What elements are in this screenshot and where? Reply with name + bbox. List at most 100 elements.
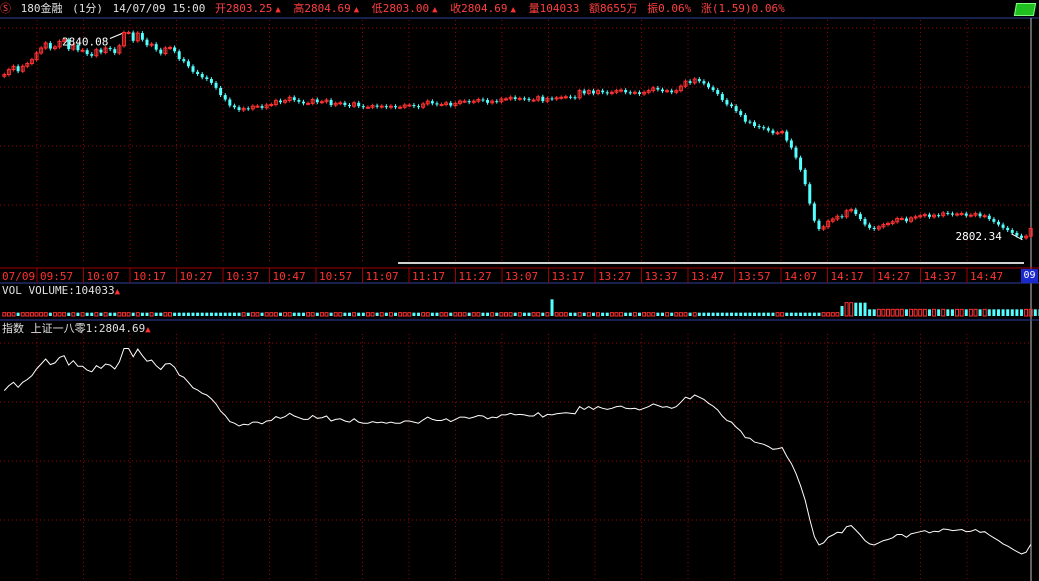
volume-bar [20, 312, 25, 317]
candle-body [899, 217, 904, 220]
candle-body [982, 215, 987, 218]
time-tick-label: 13:37 [645, 270, 678, 283]
volume-bar [39, 312, 44, 317]
candle-body [766, 128, 770, 131]
max-annotation-line [109, 33, 123, 39]
volume-bar [80, 312, 85, 317]
volume-bar [126, 312, 131, 317]
volume-bar [343, 312, 347, 316]
candle-body [246, 108, 250, 110]
candle-body [417, 106, 421, 108]
volume-bar [486, 312, 490, 316]
volume-bar [702, 312, 706, 316]
chart-canvas[interactable]: 07/09 09:57 10:07 10:17 10:27 10:37 10:47 10:57… [0, 0, 1039, 581]
candle-body [624, 90, 628, 93]
volume-bar [757, 312, 761, 316]
candle-body [955, 213, 960, 216]
candle-body [785, 131, 789, 141]
candle-body [854, 209, 858, 215]
candle-body [154, 44, 158, 50]
volume-bar [16, 312, 20, 316]
candle-body [214, 82, 218, 88]
candle-body [177, 51, 181, 60]
volume-bar [269, 312, 274, 317]
candle-body [467, 101, 471, 103]
volume-bar [329, 312, 333, 316]
candle-body [927, 214, 931, 217]
volume-bar [550, 299, 554, 316]
candle-body [541, 96, 545, 102]
candle-body [191, 66, 195, 72]
volume-bar [499, 312, 504, 317]
volume-bar [992, 309, 996, 316]
volume-bar [996, 309, 1000, 316]
candle-body [996, 221, 1000, 225]
volume-bar [665, 312, 670, 317]
volume-bar [324, 312, 329, 317]
time-cursor-box[interactable]: 09 [1021, 269, 1038, 283]
up-arrow-icon: ▲ [145, 325, 151, 335]
candle-body [278, 100, 282, 103]
candle-body [665, 90, 670, 93]
volume-bar [522, 312, 526, 316]
time-tick-label: 13:17 [552, 270, 585, 283]
volume-bar [1010, 309, 1014, 316]
candle-body [173, 47, 177, 52]
candle-body [775, 132, 780, 135]
candle-body [398, 106, 403, 109]
volume-bar [812, 312, 816, 316]
volume-bar [503, 312, 508, 317]
candle-body [430, 101, 434, 104]
candle-body [968, 214, 973, 217]
volume-bar [200, 312, 204, 316]
volume-bar [435, 312, 439, 316]
candle-body [863, 219, 867, 225]
candle-body [716, 90, 720, 94]
candle-body [601, 90, 605, 93]
candle-body [858, 214, 862, 220]
time-tick-label: 14:47 [970, 270, 1003, 283]
candle-body [937, 215, 941, 217]
volume-bar [333, 312, 338, 317]
volume-bar [563, 312, 568, 317]
volume-bar [191, 312, 195, 316]
candle-body [1010, 230, 1014, 233]
volume-bar [959, 308, 964, 317]
volume-bar [946, 309, 950, 316]
volume-bar [577, 312, 582, 317]
volume-bar [71, 312, 76, 317]
volume-bar [554, 312, 559, 317]
volume-bar [94, 312, 99, 317]
volume-bar [379, 312, 384, 317]
candle-body [628, 92, 632, 94]
candle-body [108, 48, 112, 50]
candle-body [1019, 235, 1023, 238]
candle-body [517, 97, 522, 100]
volume-bar [674, 312, 679, 317]
volume-bar [789, 312, 793, 316]
candle-body [702, 81, 706, 84]
volume-bar [1033, 309, 1037, 316]
candle-body [817, 220, 821, 230]
candle-body [131, 32, 135, 41]
volume-bar [444, 312, 449, 317]
time-tick-label: 11:07 [366, 270, 399, 283]
candle-body [209, 79, 213, 83]
volume-bar [628, 312, 632, 316]
volume-bar [651, 312, 656, 317]
volume-bar [384, 312, 388, 316]
min-annotation: 2802.34 [955, 230, 1002, 243]
time-tick-label: 07/09 [2, 270, 35, 283]
candle-body [375, 105, 379, 107]
volume-bar [904, 309, 908, 316]
time-tick-label: 10:27 [180, 270, 213, 283]
volume-bar [559, 312, 564, 317]
candle-body [126, 32, 131, 35]
volume-bar [927, 309, 931, 316]
chart-window: Ⓢ 180金融 (1分) 14/07/09 15:00 开2803.25 ▲ 高2… [0, 0, 1039, 581]
candle-body [964, 213, 968, 216]
volume-bar [619, 312, 624, 317]
volume-bar [670, 312, 674, 316]
volume-bar [683, 312, 688, 317]
volume-bar [821, 312, 826, 317]
